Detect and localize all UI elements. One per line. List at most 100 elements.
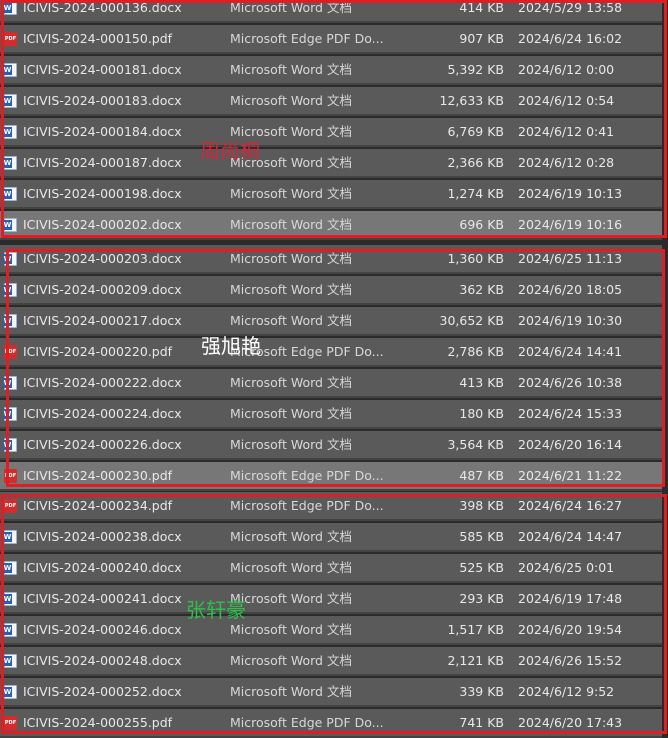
file-date: 2024/5/29 13:58: [518, 0, 623, 15]
file-size: 180 KB: [459, 406, 504, 421]
file-row[interactable]: ICIVIS-2024-000203.docx Microsoft Word 文档…: [0, 245, 662, 274]
file-name: ICIVIS-2024-000230.pdf: [23, 468, 173, 483]
file-row[interactable]: ICIVIS-2024-000150.pdf Microsoft Edge PDF…: [0, 25, 662, 54]
file-row[interactable]: ICIVIS-2024-000202.docx Microsoft Word 文档…: [0, 211, 662, 240]
file-name: ICIVIS-2024-000248.docx: [23, 653, 182, 668]
file-type: Microsoft Edge PDF Do...: [230, 31, 384, 46]
file-date: 2024/6/20 17:43: [518, 715, 623, 730]
word-icon: [3, 63, 17, 77]
word-icon: [3, 187, 17, 201]
file-row[interactable]: ICIVIS-2024-000240.docx Microsoft Word 文档…: [0, 554, 662, 583]
file-row[interactable]: ICIVIS-2024-000224.docx Microsoft Word 文档…: [0, 400, 662, 429]
file-row[interactable]: ICIVIS-2024-000183.docx Microsoft Word 文档…: [0, 87, 662, 116]
file-size: 6,769 KB: [447, 124, 504, 139]
file-size: 487 KB: [459, 468, 504, 483]
file-type: Microsoft Word 文档: [230, 622, 352, 637]
file-size: 362 KB: [459, 282, 504, 297]
file-row[interactable]: ICIVIS-2024-000234.pdf Microsoft Edge PDF…: [0, 492, 662, 521]
file-size: 3,564 KB: [447, 437, 504, 452]
file-size: 414 KB: [459, 0, 504, 15]
file-type: Microsoft Edge PDF Do...: [230, 498, 384, 513]
file-type: Microsoft Word 文档: [230, 217, 352, 232]
file-date: 2024/6/12 9:52: [518, 684, 615, 699]
word-icon: [3, 530, 17, 544]
file-date: 2024/6/24 14:41: [518, 344, 623, 359]
file-row[interactable]: ICIVIS-2024-000238.docx Microsoft Word 文档…: [0, 523, 662, 552]
file-row[interactable]: ICIVIS-2024-000187.docxMicrosoft Word 文档…: [0, 149, 662, 178]
file-type: Microsoft Word 文档: [230, 313, 352, 328]
file-row[interactable]: ICIVIS-2024-000248.docx Microsoft Word 文档…: [0, 647, 662, 676]
file-size: 2,366 KB: [447, 155, 504, 170]
file-size: 398 KB: [459, 498, 504, 513]
file-date: 2024/6/12 0:28: [518, 155, 615, 170]
file-date: 2024/6/20 18:05: [518, 282, 623, 297]
file-size: 293 KB: [459, 591, 504, 606]
file-date: 2024/6/26 15:52: [518, 653, 623, 668]
file-name: ICIVIS-2024-000234.pdf: [23, 498, 173, 513]
file-row[interactable]: ICIVIS-2024-000230.pdf Microsoft Edge PDF…: [0, 462, 662, 491]
file-date: 2024/6/12 0:54: [518, 93, 615, 108]
file-row[interactable]: ICIVIS-2024-000198.docx Microsoft Word 文档…: [0, 180, 662, 209]
word-icon: [3, 125, 17, 139]
file-row[interactable]: ICIVIS-2024-000252.docx Microsoft Word 文档…: [0, 678, 662, 707]
word-icon: [3, 654, 17, 668]
file-type: Microsoft Word 文档: [230, 282, 352, 297]
file-row[interactable]: ICIVIS-2024-000136.docx Microsoft Word 文档…: [0, 0, 662, 23]
file-type: Microsoft Word 文档: [230, 62, 352, 77]
file-row[interactable]: ICIVIS-2024-000217.docx Microsoft Word 文档…: [0, 307, 662, 336]
file-row[interactable]: ICIVIS-2024-000184.docxMicrosoft Word 文档…: [0, 118, 662, 147]
file-name: ICIVIS-2024-000202.docx: [23, 217, 182, 232]
word-icon: [3, 407, 17, 421]
file-name: ICIVIS-2024-000187.docx: [23, 155, 182, 170]
file-size: 2,121 KB: [447, 653, 504, 668]
file-type: Microsoft Word 文档: [230, 93, 352, 108]
file-size: 2,786 KB: [447, 344, 504, 359]
file-name: ICIVIS-2024-000241.docx: [23, 591, 182, 606]
file-date: 2024/6/26 10:38: [518, 375, 623, 390]
file-size: 30,652 KB: [439, 313, 504, 328]
word-icon: [3, 623, 17, 637]
word-icon: [3, 561, 17, 575]
file-type: Microsoft Word 文档: [230, 251, 352, 266]
file-size: 413 KB: [459, 375, 504, 390]
word-icon: [3, 438, 17, 452]
file-type: Microsoft Word 文档: [230, 560, 352, 575]
file-name: ICIVIS-2024-000238.docx: [23, 529, 182, 544]
file-type: Microsoft Word 文档: [230, 437, 352, 452]
file-type: Microsoft Word 文档: [230, 186, 352, 201]
file-row[interactable]: ICIVIS-2024-000181.docx Microsoft Word 文档…: [0, 56, 662, 85]
file-row[interactable]: ICIVIS-2024-000222.docx Microsoft Word 文档…: [0, 369, 662, 398]
file-date: 2024/6/12 0:41: [518, 124, 615, 139]
file-size: 525 KB: [459, 560, 504, 575]
word-icon: [3, 685, 17, 699]
file-name: ICIVIS-2024-000252.docx: [23, 684, 182, 699]
file-name: ICIVIS-2024-000209.docx: [23, 282, 182, 297]
word-icon: [3, 252, 17, 266]
file-name: ICIVIS-2024-000220.pdf: [23, 344, 173, 359]
word-icon: [3, 376, 17, 390]
file-size: 1,360 KB: [447, 251, 504, 266]
file-row[interactable]: ICIVIS-2024-000241.docx Microsoft Word 文档…: [0, 585, 662, 614]
file-name: ICIVIS-2024-000222.docx: [23, 375, 182, 390]
file-date: 2024/6/24 15:33: [518, 406, 623, 421]
file-date: 2024/6/21 11:22: [518, 468, 623, 483]
pdf-icon: [4, 499, 17, 513]
word-icon: [3, 283, 17, 297]
file-type: Microsoft Word 文档: [230, 529, 352, 544]
file-date: 2024/6/25 11:13: [518, 251, 623, 266]
pdf-icon: [4, 469, 17, 483]
file-name: ICIVIS-2024-000183.docx: [23, 93, 182, 108]
file-row[interactable]: ICIVIS-2024-000246.docx Microsoft Word 文档…: [0, 616, 662, 645]
file-size: 339 KB: [459, 684, 504, 699]
file-date: 2024/6/19 10:30: [518, 313, 623, 328]
file-date: 2024/6/19 10:13: [518, 186, 623, 201]
file-name: ICIVIS-2024-000246.docx: [23, 622, 182, 637]
word-icon: [3, 314, 17, 328]
file-row[interactable]: ICIVIS-2024-000209.docx Microsoft Word 文档…: [0, 276, 662, 305]
file-date: 2024/6/24 14:47: [518, 529, 623, 544]
file-name: ICIVIS-2024-000224.docx: [23, 406, 182, 421]
file-size: 1,274 KB: [447, 186, 504, 201]
file-row[interactable]: ICIVIS-2024-000226.docx Microsoft Word 文档…: [0, 431, 662, 460]
file-row[interactable]: ICIVIS-2024-000220.pdfMicrosoft Edge PDF…: [0, 338, 662, 367]
handwritten-name-3: 张轩豪: [186, 598, 246, 622]
